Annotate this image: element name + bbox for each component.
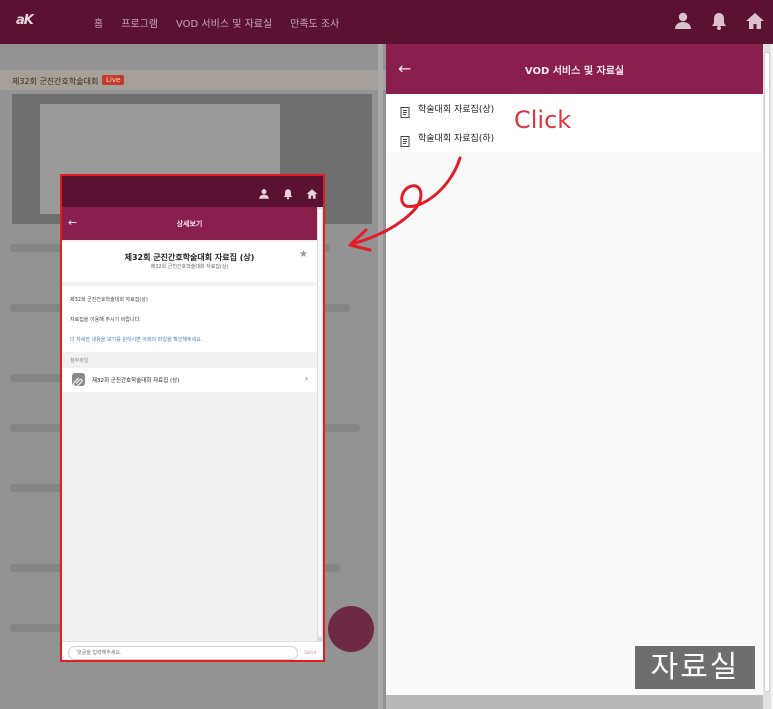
material-item-vol1[interactable]: 학술대회 자료집(상) xyxy=(400,100,495,118)
panel-scrollbar[interactable] xyxy=(763,44,771,709)
document-title-card: 제32회 군진간호학술대회 자료집 (상) 제32회 군진간호학술대회 자료집(… xyxy=(62,242,317,282)
left-scrollbar[interactable] xyxy=(378,44,383,709)
click-annotation: Click xyxy=(514,106,572,134)
home-icon[interactable] xyxy=(306,185,318,199)
red-arrow-annotation xyxy=(348,156,462,252)
body-line: 자료집을 이용해 주시기 바랍니다. xyxy=(70,317,141,323)
document-body: 제32회 군진간호학술대회 자료집(상) 자료집을 이용해 주시기 바랍니다. … xyxy=(62,286,317,352)
nav-links: 홈 프로그램 VOD 서비스 및 자료실 만족도 조사 xyxy=(94,0,339,44)
vod-library-panel: ← VOD 서비스 및 자료실 학술대회 자료집(상) 학술대회 자료집(하) xyxy=(386,44,773,709)
material-item-label: 학술대회 자료집(상) xyxy=(418,104,495,115)
comment-input[interactable] xyxy=(68,646,298,660)
material-list: 학술대회 자료집(상) 학술대회 자료집(하) xyxy=(386,94,763,152)
inset-header: ← 상세보기 xyxy=(62,207,317,240)
site-logo[interactable]: aK xyxy=(16,13,34,28)
comment-bar: Send xyxy=(62,641,323,660)
panel-title: VOD 서비스 및 자료실 xyxy=(524,66,625,77)
floating-action-button[interactable] xyxy=(328,606,374,652)
bell-icon[interactable] xyxy=(282,185,294,200)
nav-link-vod[interactable]: VOD 서비스 및 자료실 xyxy=(176,15,272,30)
document-title: 제32회 군진간호학술대회 자료집 (상) xyxy=(124,253,255,262)
nav-link-home[interactable]: 홈 xyxy=(94,15,103,30)
inset-header-title: 상세보기 xyxy=(176,220,203,228)
live-badge: Live xyxy=(102,75,125,85)
attachment-name: 제32회 군진간호학술대회 자료집 (상) xyxy=(92,378,180,384)
inset-scrollbar[interactable] xyxy=(317,207,323,641)
attachment-row[interactable]: 제32회 군진간호학술대회 자료집 (상) › xyxy=(62,368,317,392)
document-icon xyxy=(400,132,410,147)
user-icon[interactable] xyxy=(258,185,270,199)
body-link-line[interactable]: 더 자세한 내용을 보기를 원하시면 아래의 파일을 확인해주세요. xyxy=(70,336,202,343)
send-button[interactable]: Send xyxy=(304,650,317,656)
attachment-label: 첨부파일 xyxy=(70,358,89,364)
star-icon[interactable]: ★ xyxy=(299,249,308,260)
panel-bottom-bar xyxy=(386,695,763,709)
panel-header: ← VOD 서비스 및 자료실 xyxy=(386,44,763,94)
material-item-label: 학술대회 자료집(하) xyxy=(418,133,495,144)
document-subtitle: 제32회 군진간호학술대회 자료집(상) xyxy=(150,264,229,270)
chevron-right-icon: › xyxy=(305,374,309,383)
caption-label: 자료실 xyxy=(635,646,755,689)
inset-scrollbar-thumb[interactable] xyxy=(318,209,322,637)
live-title: 제32회 군진간호학술대회 xyxy=(12,77,99,86)
nav-link-program[interactable]: 프로그램 xyxy=(121,15,158,30)
body-line: 제32회 군진간호학술대회 자료집(상) xyxy=(70,297,148,303)
home-icon[interactable] xyxy=(745,11,765,31)
inset-top-navigation xyxy=(62,176,323,207)
top-navigation-bar: aK 홈 프로그램 VOD 서비스 및 자료실 만족도 조사 xyxy=(0,0,773,44)
nav-link-survey[interactable]: 만족도 조사 xyxy=(290,15,339,30)
user-icon[interactable] xyxy=(673,11,693,31)
bell-icon[interactable] xyxy=(709,11,729,31)
detail-preview-inset: ← 상세보기 제32회 군진간호학술대회 자료집 (상) 제32회 군진간호학술… xyxy=(60,174,325,662)
paperclip-icon xyxy=(72,373,85,387)
material-item-vol2[interactable]: 학술대회 자료집(하) xyxy=(400,129,495,147)
panel-scrollbar-thumb[interactable] xyxy=(764,52,770,692)
document-icon xyxy=(400,103,410,118)
